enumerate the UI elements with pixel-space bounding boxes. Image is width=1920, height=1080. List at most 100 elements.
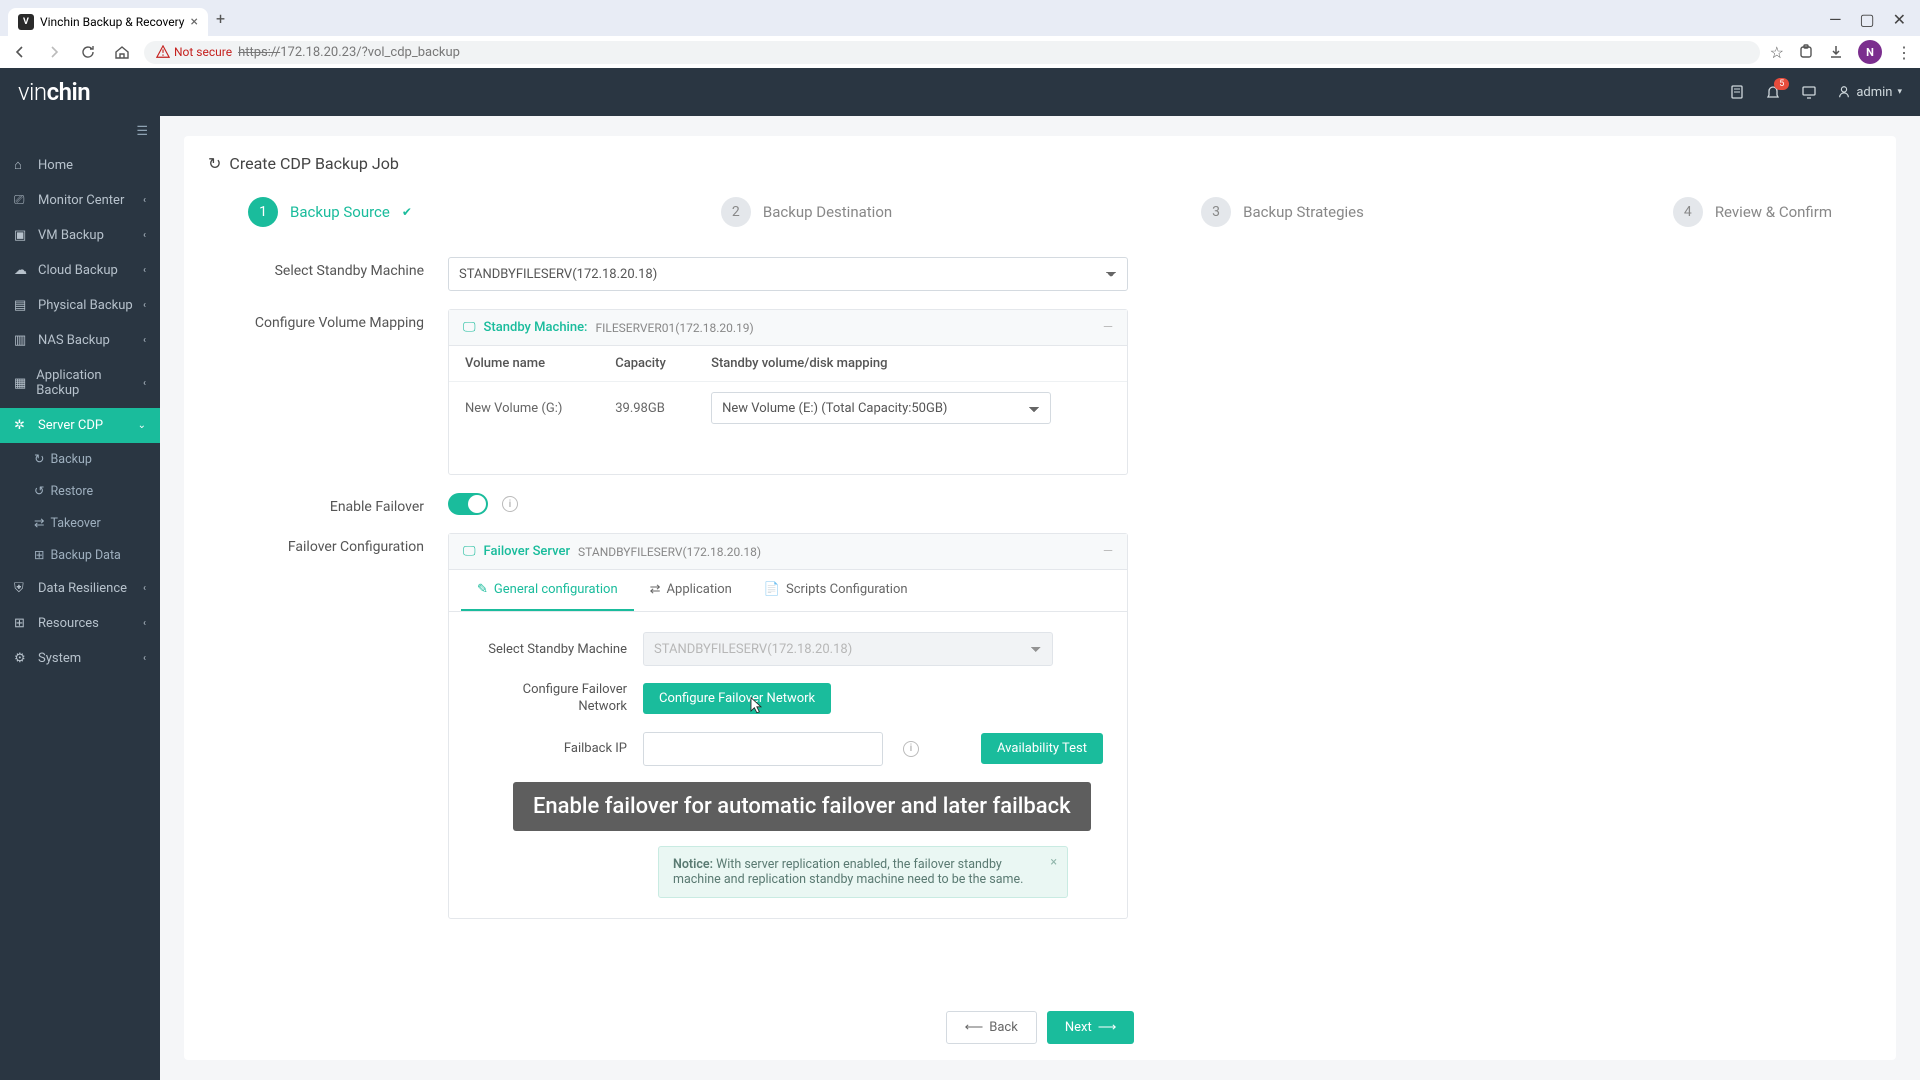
app-icon: ▦ xyxy=(14,376,26,391)
step-review-confirm[interactable]: 4 Review & Confirm xyxy=(1673,197,1832,227)
failover-server-title: Failover Server xyxy=(484,544,571,559)
cell-volume-name: New Volume (G:) xyxy=(449,382,599,435)
chevron-icon: ‹ xyxy=(143,583,146,594)
main-area: ↻ Create CDP Backup Job 1 Backup Source … xyxy=(160,116,1920,1080)
sidebar-sub-backup[interactable]: ↻Backup xyxy=(0,443,160,475)
sidebar-item-system[interactable]: ⚙System‹ xyxy=(0,641,160,676)
sidebar-item-resources[interactable]: ⊞Resources‹ xyxy=(0,606,160,641)
menu-icon[interactable]: ⋮ xyxy=(1896,43,1912,62)
configure-failover-network-button[interactable]: Configure Failover Network xyxy=(643,683,831,714)
chevron-down-icon: ⌄ xyxy=(138,420,146,431)
sidebar-item-data-resilience[interactable]: ⛨Data Resilience‹ xyxy=(0,571,160,606)
address-bar[interactable]: Not secure https://172.18.20.23/?vol_cdp… xyxy=(144,41,1760,64)
notes-icon[interactable] xyxy=(1729,84,1745,100)
sidebar-item-cloud-backup[interactable]: ☁Cloud Backup‹ xyxy=(0,253,160,288)
back-button[interactable]: ⟵Back xyxy=(946,1011,1037,1044)
screen-icon: ⎚ xyxy=(14,193,28,208)
table-row: New Volume (G:) 39.98GB New Volume (E:) … xyxy=(449,382,1127,435)
step-backup-destination[interactable]: 2 Backup Destination xyxy=(721,197,892,227)
chevron-icon: ‹ xyxy=(143,618,146,629)
stepper: 1 Backup Source ✔ 2 Backup Destination 3… xyxy=(208,197,1872,257)
collapse-icon[interactable]: — xyxy=(1103,320,1113,335)
sidebar-sub-takeover[interactable]: ⇄Takeover xyxy=(0,507,160,539)
browser-tab[interactable]: V Vinchin Backup & Recovery × xyxy=(8,8,208,36)
info-icon[interactable]: i xyxy=(502,496,518,512)
shield-icon: ⛨ xyxy=(14,581,28,596)
app-header: vinchin admin ▾ xyxy=(0,68,1920,116)
url-text: https://172.18.20.23/?vol_cdp_backup xyxy=(238,45,460,60)
chevron-icon: ‹ xyxy=(143,265,146,276)
tab-general[interactable]: ✎General configuration xyxy=(461,570,634,611)
caption-overlay: Enable failover for automatic failover a… xyxy=(513,782,1091,831)
tab-scripts[interactable]: 📄Scripts Configuration xyxy=(748,570,924,611)
availability-test-button[interactable]: Availability Test xyxy=(981,733,1103,764)
logo[interactable]: vinchin xyxy=(18,78,90,106)
sidebar-sub-backup-data[interactable]: ⊞Backup Data xyxy=(0,539,160,571)
chevron-icon: ‹ xyxy=(143,230,146,241)
chevron-icon: ‹ xyxy=(143,300,146,311)
tab-title: Vinchin Backup & Recovery xyxy=(40,15,184,29)
not-secure-badge: Not secure xyxy=(156,45,232,59)
reload-button[interactable] xyxy=(76,40,100,64)
failover-config-label: Failover Configuration xyxy=(208,533,448,555)
boxes-icon: ⊞ xyxy=(14,616,28,631)
profile-avatar[interactable]: N xyxy=(1858,40,1882,64)
chevron-icon: ‹ xyxy=(143,335,146,346)
inner-select-standby-label: Select Standby Machine xyxy=(473,642,643,657)
notice-close-icon[interactable]: × xyxy=(1050,855,1057,870)
collapse-icon[interactable]: — xyxy=(1103,544,1113,559)
info-icon[interactable]: i xyxy=(903,741,919,757)
browser-chrome: — ▢ ✕ V Vinchin Backup & Recovery × + No… xyxy=(0,0,1920,68)
monitor-icon: 🖵 xyxy=(463,544,476,559)
maximize-icon[interactable]: ▢ xyxy=(1859,10,1874,29)
cloud-icon: ☁ xyxy=(14,263,28,278)
sidebar-item-physical-backup[interactable]: ▤Physical Backup‹ xyxy=(0,288,160,323)
enable-failover-toggle[interactable] xyxy=(448,493,488,515)
home-button[interactable] xyxy=(110,40,134,64)
page-title: ↻ Create CDP Backup Job xyxy=(208,154,1872,173)
chevron-icon: ‹ xyxy=(143,378,146,389)
sidebar: ☰ ⌂Home ⎚Monitor Center‹ ▣VM Backup‹ ☁Cl… xyxy=(0,116,160,1080)
next-button[interactable]: Next⟶ xyxy=(1047,1011,1135,1044)
forward-button[interactable] xyxy=(42,40,66,64)
sidebar-item-app-backup[interactable]: ▦Application Backup‹ xyxy=(0,358,160,408)
select-standby-label: Select Standby Machine xyxy=(208,257,448,279)
col-capacity: Capacity xyxy=(599,346,695,382)
downloads-icon[interactable] xyxy=(1828,44,1844,60)
configure-network-label: Configure Failover Network xyxy=(473,682,643,716)
home-icon: ⌂ xyxy=(14,157,28,173)
sidebar-item-home[interactable]: ⌂Home xyxy=(0,147,160,183)
sidebar-item-vm-backup[interactable]: ▣VM Backup‹ xyxy=(0,218,160,253)
new-tab-button[interactable]: + xyxy=(208,1,233,36)
select-standby-machine[interactable]: STANDBYFILESERV(172.18.20.18) xyxy=(448,257,1128,291)
notifications-icon[interactable] xyxy=(1765,84,1781,100)
step-backup-strategies[interactable]: 3 Backup Strategies xyxy=(1201,197,1364,227)
sidebar-sub-restore[interactable]: ↺Restore xyxy=(0,475,160,507)
failback-ip-input[interactable] xyxy=(643,732,883,766)
bookmark-icon[interactable]: ☆ xyxy=(1770,43,1784,62)
check-icon: ✔ xyxy=(402,205,412,219)
tab-close-icon[interactable]: × xyxy=(191,14,198,30)
favicon-icon: V xyxy=(18,14,34,30)
server-icon: ▤ xyxy=(14,298,28,313)
sidebar-collapse-button[interactable]: ☰ xyxy=(0,116,160,147)
back-button[interactable] xyxy=(8,40,32,64)
cog-icon: ⚙ xyxy=(14,651,28,666)
extensions-icon[interactable] xyxy=(1798,44,1814,60)
sidebar-item-monitor[interactable]: ⎚Monitor Center‹ xyxy=(0,183,160,218)
sidebar-item-server-cdp[interactable]: ✲Server CDP⌄ xyxy=(0,408,160,443)
volume-mapping-select[interactable]: New Volume (E:) (Total Capacity:50GB) xyxy=(711,392,1051,424)
sidebar-item-nas-backup[interactable]: ▥NAS Backup‹ xyxy=(0,323,160,358)
minimize-icon[interactable]: — xyxy=(1829,10,1842,29)
gear-icon: ✲ xyxy=(14,418,28,433)
tab-application[interactable]: ⇄Application xyxy=(634,570,748,611)
chevron-icon: ‹ xyxy=(143,195,146,206)
close-icon[interactable]: ✕ xyxy=(1893,10,1906,29)
step-backup-source[interactable]: 1 Backup Source ✔ xyxy=(248,197,412,227)
window-controls: — ▢ ✕ xyxy=(1815,0,1920,39)
script-icon: 📄 xyxy=(764,582,780,597)
folder-icon: ▥ xyxy=(14,333,28,348)
user-menu[interactable]: admin ▾ xyxy=(1837,85,1902,100)
display-icon[interactable] xyxy=(1801,84,1817,100)
standby-machine-sub: FILESERVER01(172.18.20.19) xyxy=(595,321,753,335)
